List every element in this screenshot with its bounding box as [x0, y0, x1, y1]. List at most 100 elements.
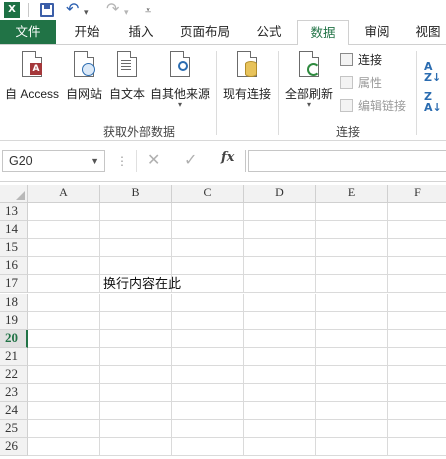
tab-review[interactable]: 审阅 — [354, 20, 400, 44]
column-header-e[interactable]: E — [316, 185, 388, 203]
cell-f14[interactable] — [388, 221, 446, 240]
cell-a24[interactable] — [28, 402, 100, 421]
cell-b14[interactable] — [100, 221, 172, 240]
from-text-button[interactable]: 自文本 — [106, 51, 148, 101]
cell-d23[interactable] — [244, 384, 316, 402]
connections-button[interactable]: 连接 — [340, 51, 382, 69]
cell-e18[interactable] — [316, 293, 388, 312]
row-header-22[interactable]: 22 — [0, 365, 28, 384]
cell-d19[interactable] — [244, 311, 316, 330]
cell-a14[interactable] — [28, 221, 100, 240]
cell-b16[interactable] — [100, 257, 172, 276]
customize-qat-icon[interactable]: ⩡ — [145, 2, 151, 20]
cell-e22[interactable] — [316, 365, 388, 384]
cell-c19[interactable] — [172, 311, 244, 330]
cell-e20[interactable] — [316, 329, 388, 348]
cell-d24[interactable] — [244, 402, 316, 421]
cell-e16[interactable] — [316, 257, 388, 276]
column-header-f[interactable]: F — [388, 185, 446, 203]
cell-f19[interactable] — [388, 312, 446, 330]
cell-e14[interactable] — [316, 221, 388, 240]
formula-input[interactable] — [248, 150, 446, 172]
tab-view[interactable]: 视图 — [406, 20, 446, 44]
cancel-icon[interactable]: ✕ — [147, 150, 160, 172]
cell-e25[interactable] — [316, 420, 388, 439]
row-header-20[interactable]: 20 — [0, 329, 28, 348]
cell-e23[interactable] — [316, 384, 388, 402]
cell-e13[interactable] — [316, 203, 388, 221]
cell-b23[interactable] — [100, 384, 172, 402]
cell-c22[interactable] — [172, 365, 244, 384]
cell-b19[interactable] — [100, 311, 172, 330]
column-header-b[interactable]: B — [100, 185, 172, 203]
column-header-d[interactable]: D — [244, 185, 316, 203]
cell-a13[interactable] — [28, 203, 100, 221]
cell-e26[interactable] — [316, 438, 388, 457]
cell-c16[interactable] — [172, 257, 244, 276]
tab-formulas[interactable]: 公式 — [246, 20, 292, 44]
enter-icon[interactable]: ✓ — [184, 150, 197, 172]
cell-d25[interactable] — [244, 420, 316, 439]
from-other-sources-button[interactable]: 自其他来源 ▾ — [148, 51, 212, 109]
cell-a22[interactable] — [28, 365, 100, 384]
column-header-a[interactable]: A — [28, 185, 100, 203]
cell-d26[interactable] — [244, 438, 316, 457]
cell-d22[interactable] — [244, 365, 316, 384]
cell-b20[interactable] — [100, 329, 172, 348]
cell-f18[interactable] — [388, 294, 446, 312]
cell-f20[interactable] — [388, 330, 446, 348]
cell-a19[interactable] — [28, 311, 100, 330]
cell-d14[interactable] — [244, 221, 316, 240]
properties-button[interactable]: 属性 — [340, 74, 382, 92]
row-header-14[interactable]: 14 — [0, 221, 28, 240]
cell-b13[interactable] — [100, 203, 172, 221]
row-header-13[interactable]: 13 — [0, 203, 28, 221]
cell-c14[interactable] — [172, 221, 244, 240]
cell-f25[interactable] — [388, 420, 446, 439]
cell-f17[interactable] — [388, 275, 446, 294]
cell-b18[interactable] — [100, 293, 172, 312]
row-header-21[interactable]: 21 — [0, 347, 28, 366]
row-header-17[interactable]: 17 — [0, 275, 28, 294]
cell-d21[interactable] — [244, 347, 316, 366]
row-header-15[interactable]: 15 — [0, 239, 28, 258]
cell-e19[interactable] — [316, 311, 388, 330]
cell-e15[interactable] — [316, 239, 388, 258]
cell-a17[interactable] — [28, 275, 100, 294]
cell-c18[interactable] — [172, 293, 244, 312]
cell-a16[interactable] — [28, 257, 100, 276]
cell-c15[interactable] — [172, 239, 244, 258]
column-header-c[interactable]: C — [172, 185, 244, 203]
row-header-26[interactable]: 26 — [0, 438, 28, 457]
cell-a15[interactable] — [28, 239, 100, 258]
cell-e24[interactable] — [316, 402, 388, 421]
from-web-button[interactable]: 自网站 — [63, 51, 105, 101]
tab-data[interactable]: 数据 — [297, 20, 349, 45]
cell-f15[interactable] — [388, 239, 446, 258]
cell-a23[interactable] — [28, 384, 100, 402]
edit-links-button[interactable]: 编辑链接 — [340, 97, 406, 115]
cell-c26[interactable] — [172, 438, 244, 457]
refresh-all-button[interactable]: 全部刷新 ▾ — [282, 51, 336, 109]
cell-b26[interactable] — [100, 438, 172, 457]
cell-f21[interactable] — [388, 348, 446, 366]
cell-a26[interactable] — [28, 438, 100, 457]
row-header-25[interactable]: 25 — [0, 420, 28, 439]
cell-f26[interactable] — [388, 438, 446, 457]
tab-file[interactable]: 文件 — [0, 20, 56, 44]
cell-f16[interactable] — [388, 257, 446, 276]
cell-c25[interactable] — [172, 420, 244, 439]
row-header-16[interactable]: 16 — [0, 257, 28, 276]
tab-page-layout[interactable]: 页面布局 — [172, 20, 238, 44]
cell-c20[interactable] — [172, 329, 244, 348]
tab-home[interactable]: 开始 — [62, 20, 112, 44]
from-access-button[interactable]: A 自 Access — [2, 51, 62, 101]
cell-c21[interactable] — [172, 347, 244, 366]
sort-ascending-icon[interactable]: A Z↓ — [424, 61, 441, 83]
cell-b22[interactable] — [100, 365, 172, 384]
save-icon[interactable] — [40, 3, 54, 17]
cell-c24[interactable] — [172, 402, 244, 421]
cell-e17[interactable] — [316, 275, 388, 294]
redo-icon[interactable]: ↷ — [106, 0, 119, 18]
cell-d16[interactable] — [244, 257, 316, 276]
